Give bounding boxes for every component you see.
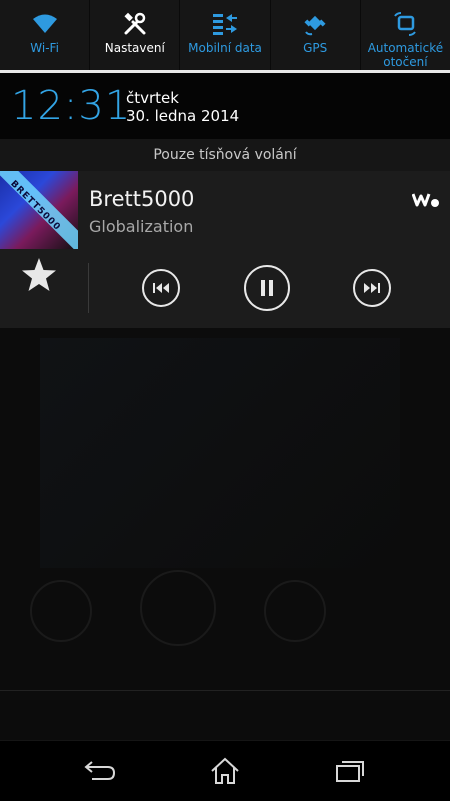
music-notification[interactable]: BRETT5000 Brett5000 Globalization xyxy=(0,171,450,328)
track-artist: Globalization xyxy=(89,217,194,236)
quick-setting-settings[interactable]: Nastavení xyxy=(90,0,181,70)
auto-rotate-icon xyxy=(390,10,420,38)
ghost-album-art xyxy=(40,338,400,568)
previous-button[interactable] xyxy=(142,269,180,307)
controls-divider xyxy=(88,263,89,313)
wifi-label: Wi-Fi xyxy=(30,41,59,55)
emergency-calls-status: Pouze tísňová volání xyxy=(0,139,450,171)
back-button[interactable] xyxy=(78,753,122,789)
album-art[interactable]: BRETT5000 xyxy=(0,171,78,249)
home-icon xyxy=(211,757,239,784)
home-button[interactable] xyxy=(203,753,247,789)
wifi-icon xyxy=(30,10,60,38)
gps-label: GPS xyxy=(303,41,328,55)
navigation-bar xyxy=(0,740,450,801)
star-icon[interactable] xyxy=(18,254,60,296)
track-title: Brett5000 xyxy=(89,187,195,211)
quick-settings-bar: Wi-Fi Nastavení Mobilní data GPS Automat… xyxy=(0,0,450,70)
ghost-previous-icon xyxy=(30,580,92,642)
gps-icon xyxy=(300,10,330,38)
ghost-divider xyxy=(0,690,450,691)
previous-icon xyxy=(153,283,169,293)
background-app-dimmed xyxy=(0,328,450,740)
ghost-next-icon xyxy=(264,580,326,642)
pause-icon xyxy=(261,280,273,296)
quick-setting-auto-rotate[interactable]: Automatické otočení xyxy=(361,0,450,70)
date-text: 30. ledna 2014 xyxy=(126,107,240,125)
settings-tools-icon xyxy=(120,10,150,38)
recent-apps-button[interactable] xyxy=(328,753,372,789)
walkman-icon xyxy=(411,191,440,209)
next-icon xyxy=(364,283,380,293)
ghost-pause-icon xyxy=(140,570,216,646)
auto-rotate-label: Automatické otočení xyxy=(367,41,444,69)
next-button[interactable] xyxy=(353,269,391,307)
recent-apps-icon xyxy=(336,761,364,782)
quick-setting-wifi[interactable]: Wi-Fi xyxy=(0,0,91,70)
pause-button[interactable] xyxy=(244,265,290,311)
quick-setting-mobile-data[interactable]: Mobilní data xyxy=(180,0,271,70)
quick-setting-gps[interactable]: GPS xyxy=(271,0,361,70)
clock-date-header[interactable]: 12:31 čtvrtek 30. ledna 2014 xyxy=(0,73,450,139)
mobile-data-label: Mobilní data xyxy=(188,41,262,55)
mobile-data-icon xyxy=(210,10,240,38)
back-icon xyxy=(84,761,116,780)
day-of-week: čtvrtek xyxy=(126,89,179,107)
settings-label: Nastavení xyxy=(104,41,165,55)
clock-time: 12:31 xyxy=(11,83,132,129)
